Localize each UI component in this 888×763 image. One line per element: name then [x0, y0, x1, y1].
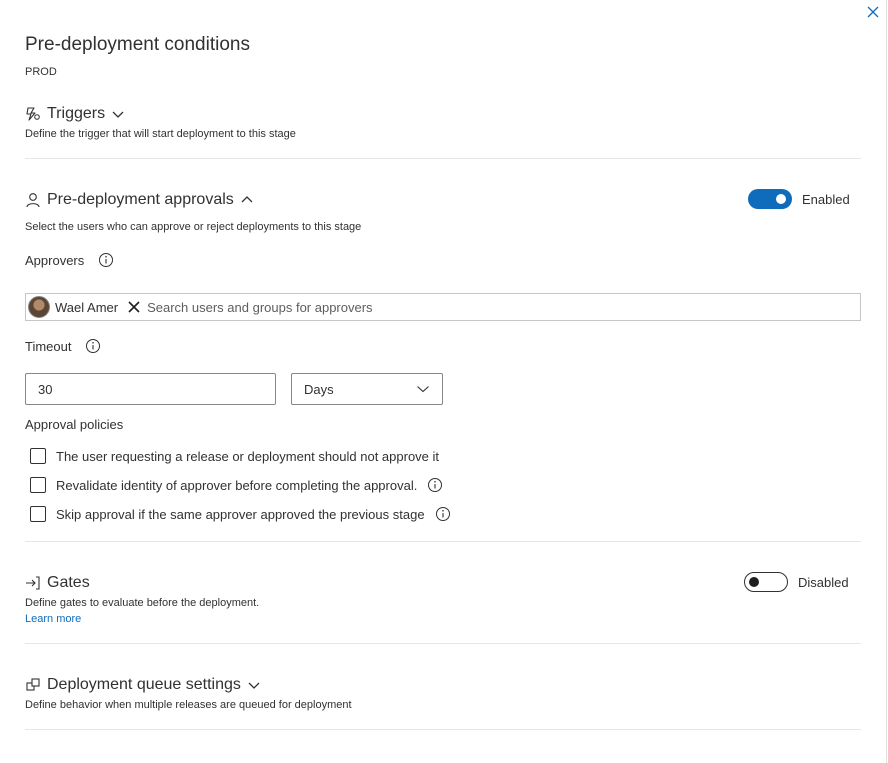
divider	[25, 643, 861, 644]
approvals-description: Select the users who can approve or reje…	[25, 221, 362, 233]
policy-label: Skip approval if the same approver appro…	[56, 506, 425, 522]
stage-name: PROD	[25, 66, 57, 78]
timeout-value-input[interactable]	[25, 373, 276, 405]
gates-toggle[interactable]: Disabled	[744, 572, 849, 592]
policy-row: The user requesting a release or deploym…	[30, 446, 439, 466]
gates-toggle-label: Disabled	[798, 574, 849, 590]
person-icon	[26, 193, 40, 208]
timeout-unit-dropdown[interactable]: Days	[291, 373, 443, 405]
approvals-title: Pre-deployment approvals	[47, 191, 234, 208]
approvers-picker[interactable]: Wael Amer	[25, 293, 861, 321]
panel-edge	[886, 0, 887, 763]
learn-more-link[interactable]: Learn more	[25, 613, 81, 625]
info-icon[interactable]	[98, 252, 114, 268]
divider	[25, 541, 861, 542]
approvals-toggle-label: Enabled	[802, 191, 850, 207]
policy-checkbox[interactable]	[30, 506, 46, 522]
gates-title: Gates	[47, 574, 90, 591]
policy-label: The user requesting a release or deploym…	[56, 448, 440, 464]
timeout-label-row: Timeout	[25, 338, 101, 354]
close-icon[interactable]	[864, 3, 882, 21]
gates-header[interactable]: Gates	[25, 572, 90, 594]
queue-settings-header[interactable]: Deployment queue settings	[25, 674, 261, 696]
timeout-unit-value: Days	[304, 381, 334, 397]
chevron-down-icon	[417, 386, 429, 393]
info-icon[interactable]	[435, 506, 451, 522]
policy-checkbox[interactable]	[30, 477, 46, 493]
queue-settings-title: Deployment queue settings	[47, 676, 241, 693]
toggle-knob	[776, 194, 786, 204]
toggle-track	[744, 572, 788, 592]
triggers-description: Define the trigger that will start deplo…	[25, 128, 296, 140]
info-icon[interactable]	[427, 477, 443, 493]
chevron-down-icon	[248, 682, 260, 689]
gate-arrow-icon	[26, 576, 40, 590]
policy-row: Revalidate identity of approver before c…	[30, 475, 443, 495]
policy-checkbox[interactable]	[30, 448, 46, 464]
approver-search-input[interactable]	[147, 299, 748, 315]
toggle-track	[748, 189, 792, 209]
approvers-label-row: Approvers	[25, 252, 114, 268]
triggers-header[interactable]: Triggers	[25, 103, 125, 125]
remove-approver-icon[interactable]	[127, 300, 141, 314]
policy-row: Skip approval if the same approver appro…	[30, 504, 451, 524]
approval-policies-label: Approval policies	[25, 417, 123, 432]
queue-settings-description: Define behavior when multiple releases a…	[25, 699, 352, 711]
chevron-down-icon	[112, 111, 124, 118]
approvals-toggle[interactable]: Enabled	[748, 189, 850, 209]
user-avatar	[28, 296, 50, 318]
approval-policies-text: Approval policies	[25, 417, 124, 432]
toggle-knob	[749, 577, 759, 587]
info-icon[interactable]	[85, 338, 101, 354]
approver-chip: Wael Amer	[28, 296, 141, 318]
panel-title: Pre-deployment conditions	[25, 34, 250, 55]
divider	[25, 729, 861, 730]
triggers-title: Triggers	[47, 105, 106, 122]
approver-name: Wael Amer	[55, 299, 119, 315]
chevron-up-icon	[241, 196, 253, 203]
gates-description: Define gates to evaluate before the depl…	[25, 597, 260, 609]
queue-settings-icon	[26, 678, 40, 691]
divider	[25, 158, 861, 159]
trigger-lightning-icon	[26, 107, 40, 121]
approvals-header[interactable]: Pre-deployment approvals	[25, 189, 254, 211]
timeout-label: Timeout	[25, 338, 72, 354]
policy-label: Revalidate identity of approver before c…	[56, 477, 418, 493]
approvers-label: Approvers	[25, 252, 85, 268]
